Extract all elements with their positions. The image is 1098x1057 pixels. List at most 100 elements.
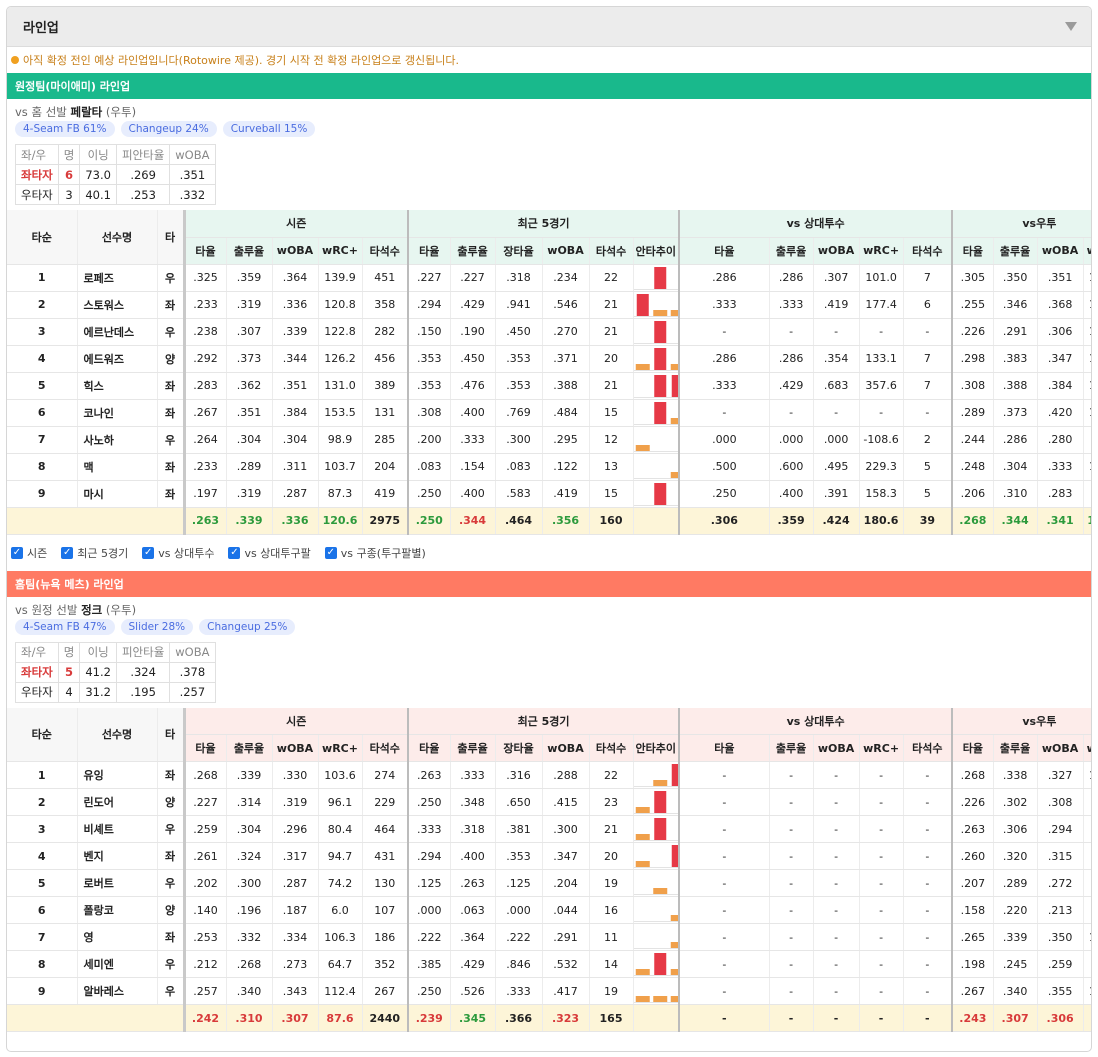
filter-option[interactable]: ✓ 시즌 [11,545,47,561]
player-name[interactable]: 비셰트 [77,815,158,843]
column-header[interactable]: wOBA [542,734,590,762]
column-header[interactable]: 출루율 [450,237,496,265]
column-header[interactable]: 출루율 [450,734,496,762]
column-header[interactable]: 출루율 [769,237,814,265]
column-header[interactable]: 출루율 [993,734,1038,762]
player-name[interactable]: 힉스 [77,372,158,400]
column-header[interactable]: 타율 [182,734,227,762]
column-header[interactable]: 타율 [182,237,227,265]
column-header[interactable]: 타율 [951,237,994,265]
column-header[interactable]: 출루율 [226,237,273,265]
player-name[interactable]: 에드워즈 [77,345,158,373]
total-stat: .424 [813,507,860,535]
column-header[interactable]: 타석수 [362,237,409,265]
player-row[interactable]: 9 알바레스 우 .257.340.343 112.4 267.250.526.333.4… [7,977,1091,1005]
checkbox-checked-icon[interactable]: ✓ [228,546,241,559]
column-header[interactable]: wOBA [813,237,860,265]
player-name[interactable]: 유잉 [77,761,158,789]
checkbox-checked-icon[interactable]: ✓ [142,546,155,559]
checkbox-checked-icon[interactable]: ✓ [324,546,337,559]
season-stat: .319 [226,291,273,319]
player-name[interactable]: 로버트 [77,869,158,897]
player-name[interactable]: 사노하 [77,426,158,454]
collapse-icon[interactable] [1065,22,1077,31]
player-row[interactable]: 8 맥 좌 .233.289.311 103.7 204.083.154.083.122 1… [7,453,1091,481]
column-header[interactable]: 타석수 [903,237,953,265]
vs-hand-stat: 93.3 [1083,842,1091,870]
column-header[interactable]: wOBA [272,734,319,762]
column-header[interactable]: 타석수 [903,734,953,762]
player-name[interactable]: 알바레스 [77,977,158,1005]
player-name[interactable]: 에르난데스 [77,318,158,346]
column-header[interactable]: 타석수 [362,734,409,762]
player-row[interactable]: 2 린도어 양 .227.314.319 96.1 229.250.348.650.415… [7,788,1091,816]
column-header[interactable]: 출루율 [769,734,814,762]
column-header[interactable]: wRC+ [1083,237,1091,265]
player-name[interactable]: 폴랑코 [77,896,158,924]
player-row[interactable]: 5 로버트 우 .202.300.287 74.2 130.125.263.125.204… [7,869,1091,897]
vs-hand-stat: .302 [993,788,1038,816]
player-name[interactable]: 세미엔 [77,950,158,978]
player-name[interactable]: 로페즈 [77,264,158,292]
player-row[interactable]: 6 폴랑코 양 .140.196.187 6.0 107.000.063.000.044 1… [7,896,1091,924]
player-row[interactable]: 3 비셰트 우 .259.304.296 80.4 464.333.318.381.300… [7,815,1091,843]
vs-pitcher-stat: - [678,950,770,978]
column-header[interactable]: wOBA [813,734,860,762]
checkbox-checked-icon[interactable]: ✓ [11,546,23,559]
column-header[interactable]: wRC+ [318,237,363,265]
column-header[interactable]: 안타추이 [633,734,680,762]
filter-option[interactable]: ✓ vs 상대투구팔 [228,545,311,561]
player-row[interactable]: 7 사노하 우 .264.304.304 98.9 285.200.333.300.295… [7,426,1091,454]
column-header[interactable]: wRC+ [318,734,363,762]
column-header[interactable]: 장타율 [495,237,543,265]
player-row[interactable]: 6 코나인 좌 .267.351.384 153.5 131.308.400.769.48… [7,399,1091,427]
batting-order: 5 [7,372,78,400]
panel-header[interactable]: 라인업 [7,7,1091,47]
column-header[interactable]: wRC+ [859,237,904,265]
column-header[interactable]: wOBA [1037,237,1084,265]
player-row[interactable]: 4 에드워즈 양 .292.373.344 126.2 456.353.450.353.3… [7,345,1091,373]
away-lineup-scroll[interactable]: 타순 선수명 타 시즌 최근 5경기 vs 상대투수 vs우투 타율 출루율 wOBA wRC+ 타석… [7,210,1091,535]
checkbox-checked-icon[interactable]: ✓ [61,546,74,559]
batting-order: 2 [7,788,78,816]
filter-option[interactable]: ✓ vs 구종(투구팔별) [324,545,426,561]
split-row: 좌타자 6 73.0.269.351 [15,164,216,185]
column-header[interactable]: 타율 [407,734,451,762]
column-header[interactable]: 장타율 [495,734,543,762]
player-row[interactable]: 5 힉스 좌 .283.362.351 131.0 389.353.476.353.388… [7,372,1091,400]
player-row[interactable]: 2 스토워스 좌 .233.319.336 120.8 358.294.429.941.5… [7,291,1091,319]
column-header[interactable]: 타율 [678,237,770,265]
column-header[interactable]: 타석수 [589,237,634,265]
home-lineup-scroll[interactable]: 타순 선수명 타 시즌 최근 5경기 vs 상대투수 vs우투 타율 출루율 wOBA wRC+ 타석… [7,707,1091,1032]
column-header[interactable]: wOBA [272,237,319,265]
player-name[interactable]: 마시 [77,480,158,508]
column-header[interactable]: 타율 [951,734,994,762]
column-header[interactable]: 출루율 [993,237,1038,265]
column-header[interactable]: 타율 [407,237,451,265]
home-pitch-mix: 4-Seam FB 47% Slider 28% Changeup 25% [7,617,1091,638]
filter-option[interactable]: ✓ 최근 5경기 [61,545,128,561]
player-row[interactable]: 1 로페즈 우 .325.359.364 139.9 451.227.227.318.23… [7,264,1091,292]
player-row[interactable]: 8 세미엔 우 .212.268.273 64.7 352.385.429.846.532… [7,950,1091,978]
player-row[interactable]: 9 마시 좌 .197.319.287 87.3 419.250.400.583.419 1… [7,480,1091,508]
column-header[interactable]: 안타추이 [633,237,680,265]
column-header[interactable]: wRC+ [859,734,904,762]
season-stat: 122.8 [318,318,363,346]
player-name[interactable]: 코나인 [77,399,158,427]
player-row[interactable]: 3 에르난데스 우 .238.307.339 122.8 282.150.190.450.… [7,318,1091,346]
player-name[interactable]: 맥 [77,453,158,481]
column-header[interactable]: wOBA [542,237,590,265]
player-name[interactable]: 린도어 [77,788,158,816]
player-row[interactable]: 7 영 좌 .253.332.334 106.3 186.222.364.222.291 1… [7,923,1091,951]
column-header[interactable]: wRC+ [1083,734,1091,762]
player-name[interactable]: 스토워스 [77,291,158,319]
column-header[interactable]: 출루율 [226,734,273,762]
filter-option[interactable]: ✓ vs 상대투수 [142,545,214,561]
player-row[interactable]: 1 유잉 좌 .268.339.330 103.6 274.263.333.316.288… [7,761,1091,789]
player-row[interactable]: 4 벤지 좌 .261.324.317 94.7 431.294.400.353.347 2… [7,842,1091,870]
column-header[interactable]: 타석수 [589,734,634,762]
column-header[interactable]: wOBA [1037,734,1084,762]
player-name[interactable]: 벤지 [77,842,158,870]
player-name[interactable]: 영 [77,923,158,951]
column-header[interactable]: 타율 [678,734,770,762]
